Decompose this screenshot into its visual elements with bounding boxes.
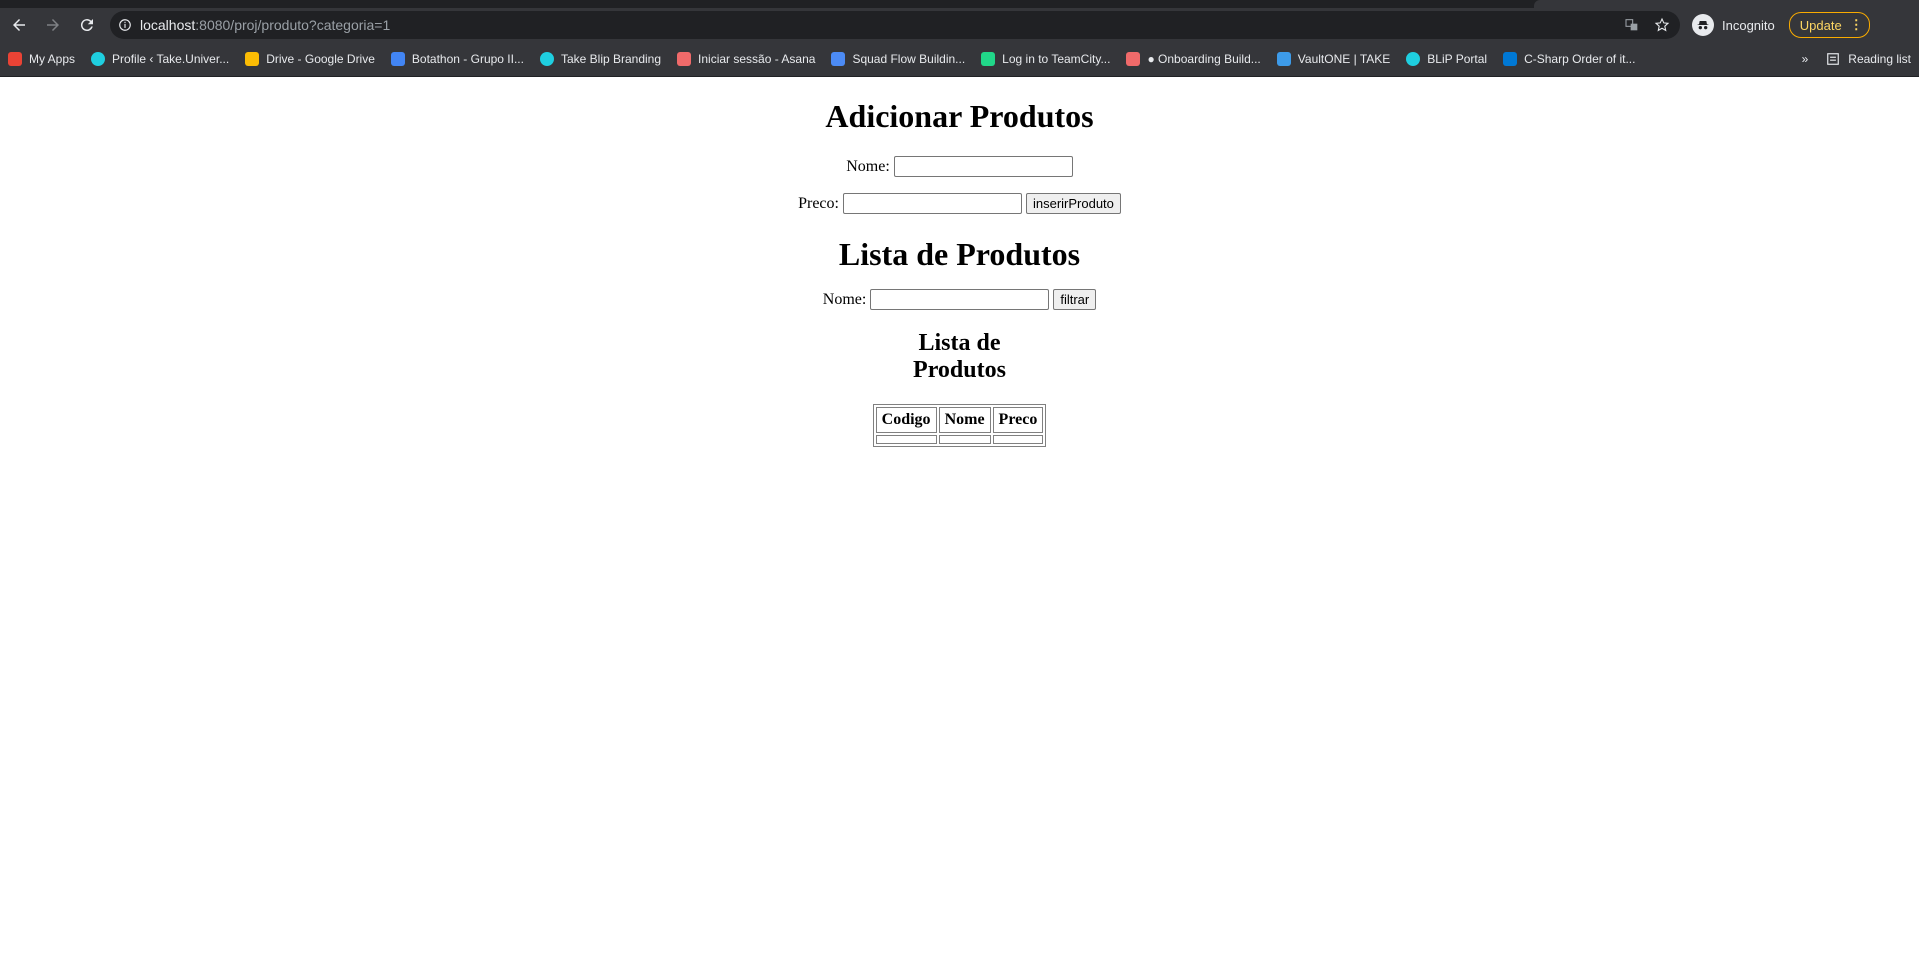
take-icon (539, 52, 554, 66)
price-input[interactable] (842, 193, 1022, 214)
url-host: localhost (140, 17, 196, 33)
bookmark-item[interactable]: Take Blip Branding (532, 45, 669, 73)
bookmark-label: Take Blip Branding (560, 52, 662, 66)
product-list-title: Lista de Produtos (838, 236, 1081, 272)
table-cell (875, 435, 937, 444)
bookmark-label: C-Sharp Order of it... (1524, 52, 1636, 66)
bookmark-label: My Apps (29, 52, 76, 66)
star-icon[interactable] (1654, 17, 1670, 33)
bookmark-item[interactable]: My Apps (0, 45, 83, 73)
info-icon[interactable] (110, 18, 140, 32)
bookmarks-bar: My Apps Profile ‹ Take.Univer... Drive - G… (0, 42, 1919, 77)
products-table: Codigo Nome Preco (872, 404, 1047, 447)
bookmark-label: Squad Flow Buildin... (852, 52, 966, 66)
filter-row: Nome: filtrar (0, 289, 1919, 310)
header-nome: Nome (938, 407, 991, 433)
header-preco: Preco (992, 407, 1044, 433)
reading-list-label: Reading list (1848, 52, 1911, 66)
apps-grid-icon (8, 52, 22, 66)
tab-strip (0, 0, 1919, 8)
teamcity-icon (981, 52, 996, 66)
incognito-indicator[interactable]: Incognito (1692, 14, 1775, 36)
azure-devops-icon (1503, 52, 1518, 66)
bookmark-item[interactable]: Squad Flow Buildin... (823, 45, 973, 73)
page-content: Adicionar Produtos Nome: Preco: inserirP… (0, 98, 1919, 447)
bookmark-item[interactable]: ● Onboarding Build... (1118, 45, 1268, 73)
bookmark-item[interactable]: Log in to TeamCity... (973, 45, 1118, 73)
bookmark-label: Log in to TeamCity... (1002, 52, 1111, 66)
table-row (875, 435, 1044, 444)
people-icon (831, 52, 846, 66)
insert-product-button[interactable]: inserirProduto (1025, 193, 1121, 214)
header-codigo: Codigo (875, 407, 937, 433)
asana-icon (1126, 52, 1141, 66)
active-tab[interactable] (1534, 0, 1919, 8)
bookmark-item[interactable]: Iniciar sessão - Asana (669, 45, 823, 73)
reload-button[interactable] (72, 10, 102, 40)
bookmark-label: BLiP Portal (1427, 52, 1488, 66)
take-icon (1406, 52, 1421, 66)
table-cell (992, 435, 1044, 444)
filter-name-input[interactable] (870, 289, 1050, 310)
incognito-icon (1692, 14, 1714, 36)
arrow-right-icon (47, 19, 59, 31)
bookmark-item[interactable]: Drive - Google Drive (237, 45, 383, 73)
bookmark-label: Botathon - Grupo II... (411, 52, 524, 66)
name-row: Nome: (0, 156, 1919, 177)
bookmark-label: ● Onboarding Build... (1147, 52, 1261, 66)
bookmark-item[interactable]: C-Sharp Order of it... (1495, 45, 1643, 73)
bookmark-label: Profile ‹ Take.Univer... (112, 52, 230, 66)
bookmark-label: VaultONE | TAKE (1297, 52, 1391, 66)
take-icon (91, 52, 106, 66)
filter-button[interactable]: filtrar (1053, 289, 1097, 310)
bookmark-item[interactable]: BLiP Portal (1398, 45, 1495, 73)
forward-button[interactable] (38, 10, 68, 40)
table-cell (938, 435, 991, 444)
price-row: Preco: inserirProduto (0, 193, 1919, 214)
reading-list-icon (1827, 53, 1840, 65)
vault-icon (1276, 52, 1291, 66)
incognito-label: Incognito (1722, 17, 1775, 33)
bookmark-item[interactable]: Profile ‹ Take.Univer... (83, 45, 237, 73)
table-header-row: Codigo Nome Preco (875, 407, 1044, 433)
bookmark-label: Drive - Google Drive (266, 52, 375, 66)
chevron-double-right-icon[interactable]: » (1802, 52, 1809, 66)
arrow-left-icon (13, 19, 25, 31)
asana-icon (677, 52, 692, 66)
url-path: :8080/proj/produto?categoria=1 (195, 17, 391, 33)
filter-name-label: Nome: (822, 290, 867, 308)
translate-icon[interactable] (1624, 17, 1640, 33)
browser-toolbar: localhost:8080/proj/produto?categoria=1 … (0, 8, 1919, 42)
table-caption: Lista de Produtos (913, 330, 1006, 383)
reading-list-button[interactable]: Reading list (1826, 52, 1911, 66)
address-bar[interactable]: localhost:8080/proj/produto?categoria=1 (110, 11, 1680, 39)
reload-icon (80, 19, 93, 32)
bookmark-label: Iniciar sessão - Asana (698, 52, 816, 66)
bookmark-item[interactable]: Botathon - Grupo II... (383, 45, 532, 73)
google-drive-icon (245, 52, 260, 66)
add-products-title: Adicionar Produtos (825, 98, 1094, 134)
name-input[interactable] (893, 156, 1073, 177)
google-docs-icon (390, 52, 405, 66)
name-label: Nome: (846, 157, 890, 175)
update-label: Update (1799, 17, 1842, 33)
back-button[interactable] (4, 10, 34, 40)
update-button[interactable]: Update ⋮ (1788, 12, 1870, 38)
bookmark-item[interactable]: VaultONE | TAKE (1269, 45, 1398, 73)
menu-dots-icon: ⋮ (1849, 17, 1863, 32)
price-label: Preco: (798, 194, 839, 212)
